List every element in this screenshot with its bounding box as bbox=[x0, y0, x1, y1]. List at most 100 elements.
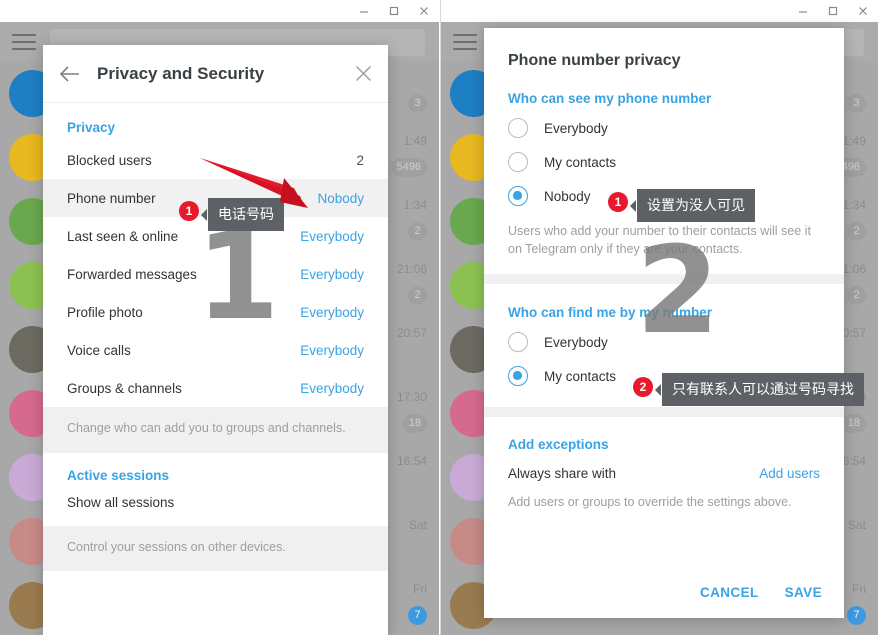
chat-timestamp: Sat bbox=[847, 518, 866, 532]
radio-option-label: My contacts bbox=[544, 368, 617, 384]
chat-timestamp: 17:30 bbox=[396, 390, 427, 404]
radio-option-label: Nobody bbox=[544, 188, 591, 204]
hamburger-menu-icon[interactable] bbox=[453, 34, 477, 50]
privacy-row-value[interactable]: Everybody bbox=[300, 343, 364, 358]
unread-badge: 2 bbox=[847, 286, 866, 305]
unread-badge: 5496 bbox=[390, 158, 427, 177]
maximize-icon[interactable] bbox=[818, 0, 848, 22]
chat-timestamp: 1:34 bbox=[403, 198, 427, 212]
minimize-icon[interactable] bbox=[349, 0, 379, 22]
chat-timestamp: 1:49 bbox=[403, 134, 427, 148]
chat-timestamp: 16:54 bbox=[396, 454, 427, 468]
unread-badge: 2 bbox=[408, 222, 427, 241]
active-sessions-link[interactable]: Active sessions bbox=[43, 453, 388, 486]
privacy-row[interactable]: Voice calls Everybody bbox=[43, 331, 388, 369]
section-title-privacy: Privacy bbox=[67, 120, 116, 135]
annotation-tooltip-my-contacts: 只有联系人可以通过号码寻找 bbox=[655, 373, 864, 406]
radio-button-icon[interactable] bbox=[508, 118, 528, 138]
chat-timestamp: 21:06 bbox=[396, 262, 427, 276]
annotation-badge-1: 1 bbox=[179, 201, 199, 221]
radio-button-icon[interactable] bbox=[508, 186, 528, 206]
who-can-see-description: Users who add your number to their conta… bbox=[508, 224, 811, 257]
right-window: e...31:4954961:34221:06220:5717:301816:5… bbox=[440, 0, 878, 635]
unread-badge: 2 bbox=[847, 222, 866, 241]
annotation-badge-2: 2 bbox=[633, 377, 653, 397]
who-can-find-option[interactable]: Everybody bbox=[484, 325, 844, 359]
chat-timestamp: 1:34 bbox=[842, 198, 866, 212]
left-titlebar bbox=[0, 0, 439, 22]
privacy-row[interactable]: Blocked users 2 bbox=[43, 141, 388, 179]
chat-timestamp: 20:57 bbox=[396, 326, 427, 340]
who-can-see-option[interactable]: My contacts bbox=[484, 145, 844, 179]
always-share-with-label: Always share with bbox=[508, 466, 617, 482]
privacy-row-value[interactable]: Everybody bbox=[300, 381, 364, 396]
always-share-with-row[interactable]: Always share with Add users bbox=[484, 456, 844, 485]
dialog-header: Privacy and Security bbox=[43, 45, 388, 103]
privacy-row-value[interactable]: 2 bbox=[356, 153, 364, 168]
chat-timestamp: Sat bbox=[408, 518, 427, 532]
who-can-see-option[interactable]: Everybody bbox=[484, 111, 844, 145]
groups-hint: Change who can add you to groups and cha… bbox=[43, 407, 388, 453]
unread-badge: 18 bbox=[841, 414, 866, 433]
phone-number-privacy-dialog: Phone number privacy Who can see my phon… bbox=[484, 28, 844, 618]
privacy-row-value[interactable]: Everybody bbox=[300, 305, 364, 320]
radio-button-icon[interactable] bbox=[508, 152, 528, 172]
radio-option-label: Everybody bbox=[544, 334, 608, 350]
unread-badge: 3 bbox=[847, 94, 866, 113]
add-users-button[interactable]: Add users bbox=[759, 466, 820, 481]
privacy-and-security-dialog: Privacy and Security Privacy Blocked use… bbox=[43, 45, 388, 635]
close-icon[interactable] bbox=[409, 0, 439, 22]
privacy-row-value[interactable]: Everybody bbox=[300, 267, 364, 282]
privacy-row-label: Forwarded messages bbox=[67, 266, 197, 282]
privacy-row-label: Blocked users bbox=[67, 152, 152, 168]
privacy-row-value[interactable]: Nobody bbox=[317, 191, 364, 206]
privacy-row-label: Profile photo bbox=[67, 304, 143, 320]
radio-option-label: Everybody bbox=[544, 120, 608, 136]
section-divider-2 bbox=[484, 407, 844, 418]
dialog-actions: CANCEL SAVE bbox=[700, 585, 822, 600]
section-divider bbox=[484, 274, 844, 285]
unread-badge: 7 bbox=[408, 606, 427, 625]
privacy-section: Privacy Blocked users 2 Phone number Nobody… bbox=[43, 103, 388, 407]
close-icon[interactable] bbox=[848, 0, 878, 22]
privacy-rows: Blocked users 2 Phone number Nobody Last see… bbox=[43, 141, 388, 407]
hamburger-menu-icon[interactable] bbox=[12, 34, 36, 50]
show-all-sessions-row[interactable]: Show all sessions bbox=[43, 486, 388, 526]
add-exceptions-title[interactable]: Add exceptions bbox=[484, 417, 844, 456]
exceptions-note: Add users or groups to override the sett… bbox=[508, 495, 792, 510]
save-button[interactable]: SAVE bbox=[785, 585, 822, 600]
right-titlebar bbox=[441, 0, 878, 22]
section-title-who-can-find: Who can find me by my number bbox=[508, 305, 713, 321]
privacy-row[interactable]: Groups & channels Everybody bbox=[43, 369, 388, 407]
privacy-row[interactable]: Profile photo Everybody bbox=[43, 293, 388, 331]
sessions-hint: Control your sessions on other devices. bbox=[43, 525, 388, 571]
annotation-badge-1: 1 bbox=[608, 192, 628, 212]
unread-badge: 3 bbox=[408, 94, 427, 113]
radio-button-icon[interactable] bbox=[508, 366, 528, 387]
chat-timestamp: 1:49 bbox=[842, 134, 866, 148]
left-window: e...31:4954961:34221:06220:5717:301816:5… bbox=[0, 0, 439, 635]
screenshot-root: e...31:4954961:34221:06220:5717:301816:5… bbox=[0, 0, 878, 635]
close-icon[interactable] bbox=[338, 65, 388, 82]
radio-button-icon[interactable] bbox=[508, 332, 528, 353]
cancel-button[interactable]: CANCEL bbox=[700, 585, 759, 600]
section-title-who-can-see: Who can see my phone number bbox=[508, 91, 712, 106]
annotation-tooltip-nobody: 设置为没人可见 bbox=[630, 189, 755, 222]
unread-badge: 18 bbox=[402, 414, 427, 433]
annotation-tooltip-phone-number: 电话号码 bbox=[201, 198, 284, 231]
chat-timestamp: Fri bbox=[852, 582, 866, 596]
privacy-row[interactable]: Forwarded messages Everybody bbox=[43, 255, 388, 293]
radio-option-label: My contacts bbox=[544, 154, 617, 170]
unread-badge: 2 bbox=[408, 286, 427, 305]
maximize-icon[interactable] bbox=[379, 0, 409, 22]
back-arrow-icon[interactable] bbox=[43, 65, 97, 83]
chat-timestamp: Fri bbox=[413, 582, 427, 596]
page-title: Privacy and Security bbox=[97, 63, 265, 83]
privacy-row-value[interactable]: Everybody bbox=[300, 229, 364, 244]
privacy-row-label: Groups & channels bbox=[67, 380, 182, 396]
privacy-row-label: Voice calls bbox=[67, 342, 131, 358]
unread-badge: 7 bbox=[847, 606, 866, 625]
dialog-title: Phone number privacy bbox=[508, 52, 681, 69]
minimize-icon[interactable] bbox=[788, 0, 818, 22]
sessions-section: Active sessions Show all sessions bbox=[43, 452, 388, 526]
